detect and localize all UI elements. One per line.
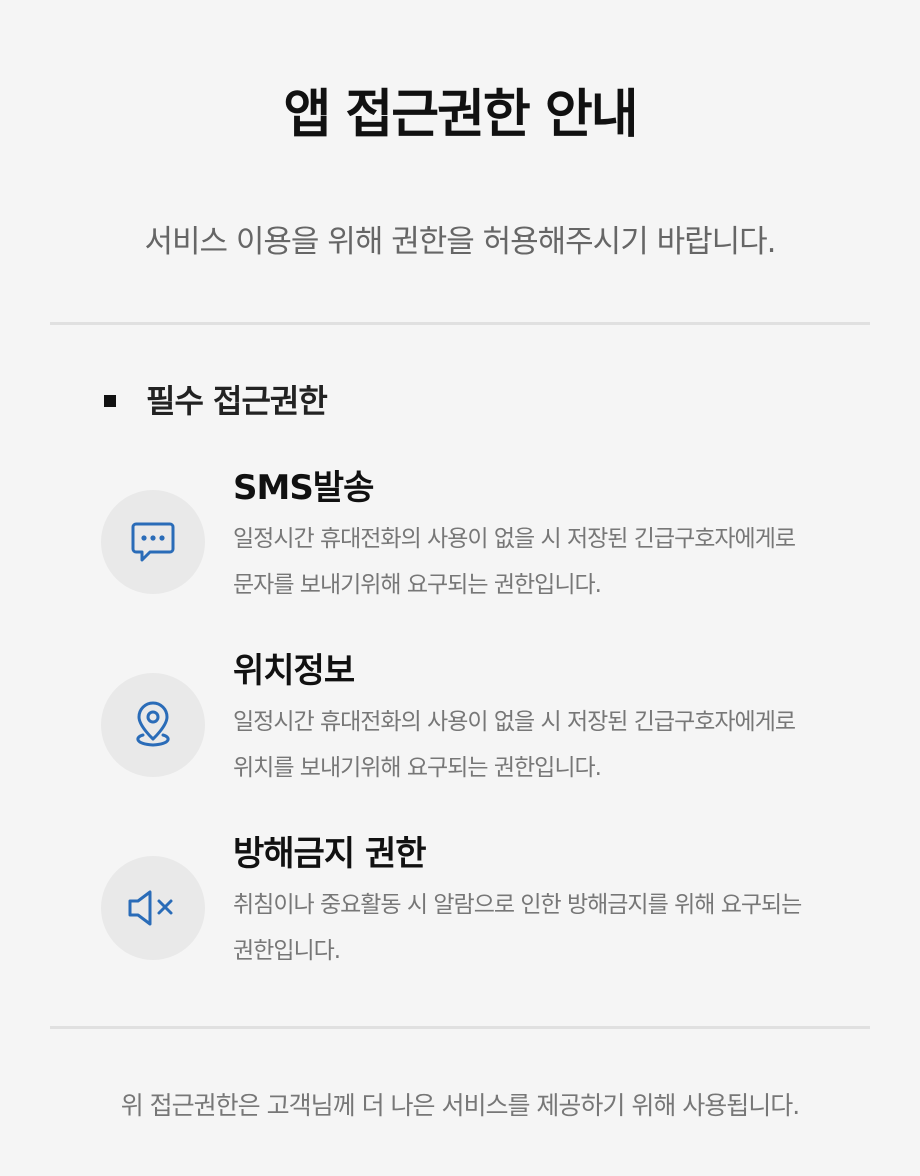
mute-icon xyxy=(101,856,205,960)
bottom-divider xyxy=(50,1026,870,1029)
permission-desc-line: 위치를 보내기위해 요구되는 권한입니다. xyxy=(233,755,602,781)
bullet-icon xyxy=(104,395,116,407)
section-title: 필수 접근권한 xyxy=(146,382,328,420)
permission-name: 방해금지 권한 xyxy=(233,834,427,874)
message-icon xyxy=(101,490,205,594)
permission-desc-line: 권한입니다. xyxy=(233,938,341,964)
permission-desc-line: 일정시간 휴대전화의 사용이 없을 시 저장된 긴급구호자에게로 xyxy=(233,709,796,735)
permission-desc-line: 문자를 보내기위해 요구되는 권한입니다. xyxy=(233,572,602,598)
footer-note: 위 접근권한은 고객님께 더 나은 서비스를 제공하기 위해 사용됩니다. xyxy=(120,1091,801,1120)
permission-desc-line: 취침이나 중요활동 시 알람으로 인한 방해금지를 위해 요구되는 xyxy=(233,892,802,918)
page-subtitle: 서비스 이용을 위해 권한을 허용해주시기 바랍니다. xyxy=(144,224,776,260)
section-heading: 필수 접근권한 xyxy=(104,376,328,422)
permission-name: 위치정보 xyxy=(233,651,355,691)
permission-name: SMS발송 xyxy=(233,468,374,508)
permission-desc-line: 일정시간 휴대전화의 사용이 없을 시 저장된 긴급구호자에게로 xyxy=(233,526,796,552)
page-title: 앱 접근권한 안내 xyxy=(283,85,638,145)
location-pin-icon xyxy=(101,673,205,777)
top-divider xyxy=(50,322,870,325)
